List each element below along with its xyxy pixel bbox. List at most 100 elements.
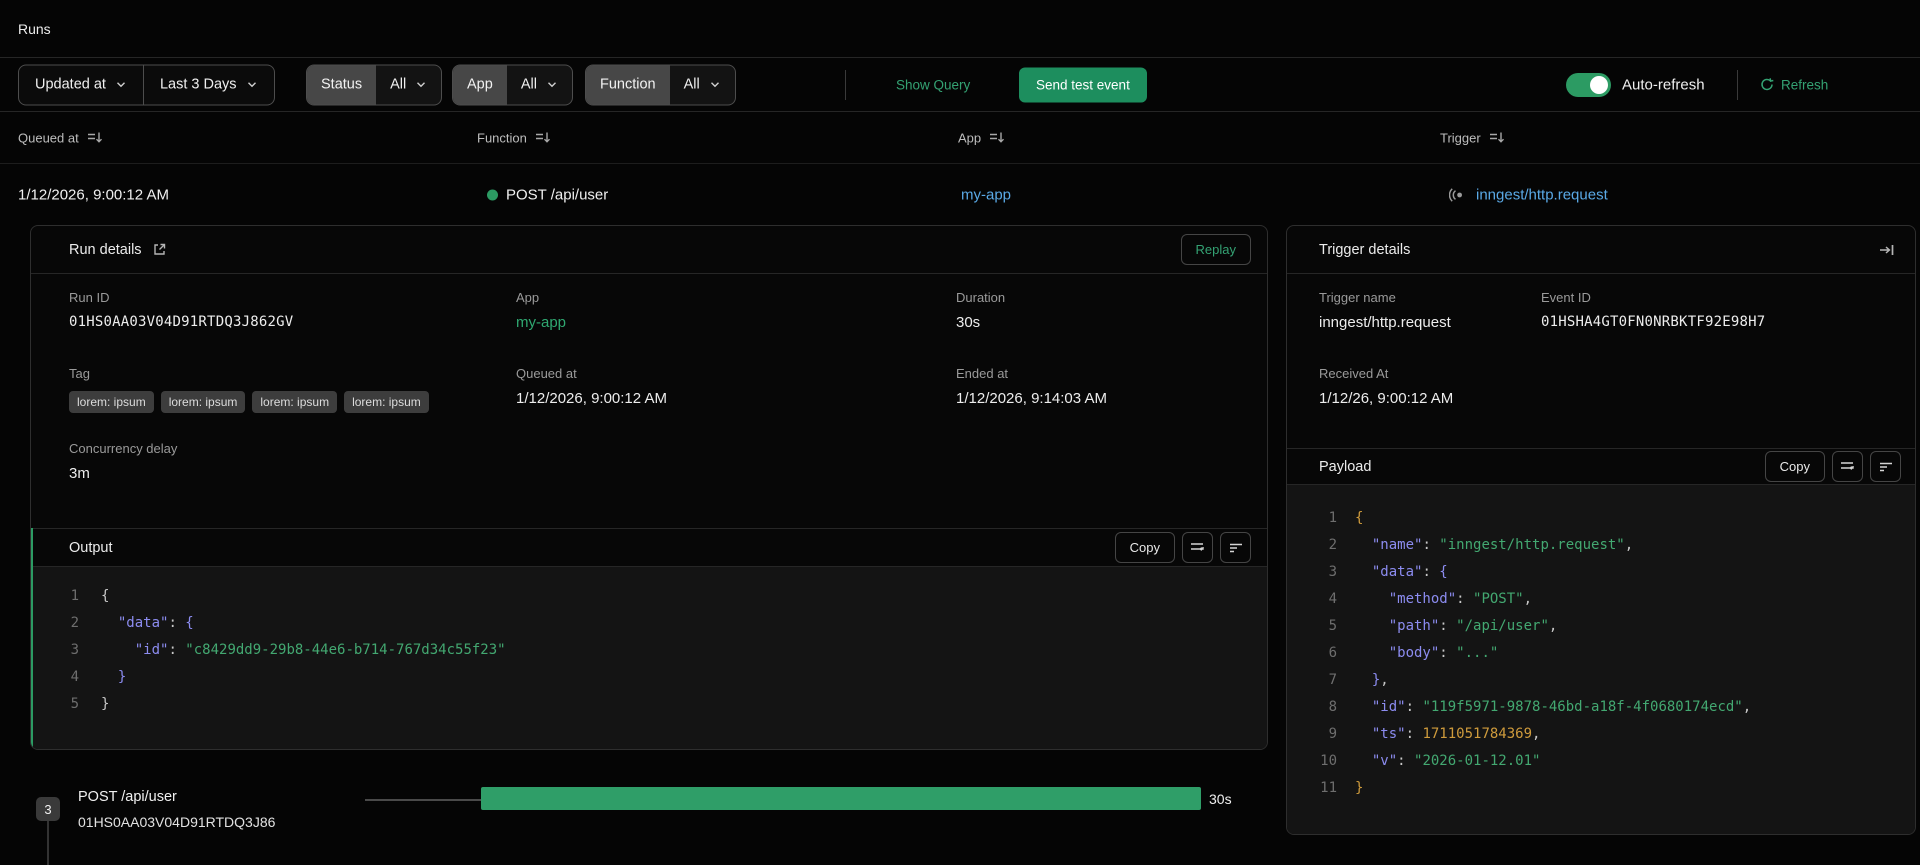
page-title: Runs (18, 20, 51, 37)
function-filter-label: Function (586, 65, 670, 104)
field-app: App my-app (516, 290, 566, 331)
status-filter-value: All (390, 76, 407, 93)
status-filter-label: Status (307, 65, 377, 104)
copy-button[interactable]: Copy (1764, 451, 1825, 482)
sort-icon (990, 132, 1005, 143)
column-label: Function (477, 130, 527, 145)
time-range-dropdown[interactable]: Last 3 Days (144, 65, 274, 104)
status-filter-dropdown[interactable]: All (376, 65, 441, 104)
output-code: 1{2 "data": {3 "id": "c8429dd9-29b8-44e6… (33, 567, 1267, 749)
column-header-trigger[interactable]: Trigger (1440, 130, 1505, 145)
app-filter[interactable]: App All (452, 64, 573, 105)
collapse-panel-icon[interactable] (1879, 243, 1895, 257)
code-line: 7 }, (1328, 672, 1389, 688)
code-line: 6 "body": "..." (1328, 645, 1499, 661)
timeline-duration-bar[interactable] (481, 787, 1201, 810)
word-wrap-button[interactable] (1182, 532, 1213, 563)
code-line: 10 "v": "2026-01-12.01" (1320, 753, 1541, 769)
code-line: 2 "data": { (70, 615, 194, 631)
column-label: App (958, 130, 982, 145)
payload-section: Payload Copy 1{2 "name": "inngest/http.r… (1287, 448, 1915, 834)
toggle-knob (1590, 75, 1608, 94)
output-header[interactable]: Output Copy (33, 528, 1267, 567)
timeline-run-id: 01HS0AA03V04D91RTDQ3J86 (78, 814, 276, 830)
timeline-function-name: POST /api/user (78, 789, 177, 805)
code-line: 1{ (1328, 510, 1364, 526)
expand-lines-button[interactable] (1870, 451, 1901, 482)
top-bar: Runs (0, 0, 1920, 58)
tag-chip: lorem: ipsum (252, 391, 338, 413)
runs-page: Runs Updated at Last 3 Days Status All A… (0, 0, 1920, 865)
timeline-duration-label: 30s (1209, 791, 1232, 807)
word-wrap-icon (1841, 462, 1854, 470)
field-label: Run ID (69, 290, 110, 305)
tag-chips: lorem: ipsum lorem: ipsum lorem: ipsum lore… (69, 391, 429, 413)
sort-field-dropdown[interactable]: Updated at (19, 65, 143, 104)
refresh-button[interactable]: Refresh (1760, 77, 1828, 92)
status-filter[interactable]: Status All (306, 64, 443, 105)
received-at-value: 1/12/26, 9:00:12 AM (1319, 390, 1454, 407)
table-row[interactable]: 1/12/2026, 9:00:12 AM POST /api/user my-… (0, 164, 1920, 225)
trigger-details-panel: Trigger details Trigger name inngest/htt… (1286, 225, 1916, 835)
send-test-event-button[interactable]: Send test event (1019, 67, 1147, 102)
function-filter-dropdown[interactable]: All (670, 65, 735, 104)
ended-at-value: 1/12/2026, 9:14:03 AM (956, 390, 1107, 407)
code-line: 8 "id": "119f5971-9878-46bd-a18f-4f06801… (1328, 699, 1752, 715)
chevron-down-icon (247, 82, 256, 88)
timeline-connector-vertical (47, 821, 49, 865)
sort-time-range-dropdown: Updated at Last 3 Days (18, 64, 275, 105)
timeline-step-badge[interactable]: 3 (36, 797, 60, 821)
row-app-link[interactable]: my-app (961, 186, 1011, 203)
row-function[interactable]: POST /api/user (487, 186, 608, 203)
column-label: Queued at (18, 130, 79, 145)
divider (845, 70, 846, 100)
refresh-label: Refresh (1781, 77, 1829, 92)
runs-table-header: Queued at Function App Trigger (0, 112, 1920, 164)
chevron-down-icon (710, 82, 719, 88)
code-line: 9 "ts": 1711051784369, (1328, 726, 1541, 742)
function-filter-value: All (683, 76, 700, 93)
auto-refresh-toggle[interactable] (1566, 72, 1611, 97)
event-signal-icon (1449, 187, 1462, 202)
field-run-id: Run ID 01HS0AA03V04D91RTDQ3J862GV (69, 290, 293, 330)
run-details-header: Run details Replay (31, 226, 1267, 274)
code-line: 4 "method": "POST", (1328, 591, 1533, 607)
row-trigger-link[interactable]: inngest/http.request (1449, 186, 1608, 203)
run-details-panel: Run details Replay Run ID 01HS0AA03V04D9… (30, 225, 1268, 750)
copy-button[interactable]: Copy (1114, 532, 1175, 563)
field-received-at: Received At 1/12/26, 9:00:12 AM (1319, 366, 1453, 407)
app-link[interactable]: my-app (516, 314, 566, 331)
expand-lines-button[interactable] (1220, 532, 1251, 563)
duration-value: 30s (956, 314, 981, 331)
code-line: 3 "data": { (1328, 564, 1448, 580)
column-header-queued-at[interactable]: Queued at (18, 130, 103, 145)
field-event-id: Event ID 01HSHA4GT0FN0NRBKTF92E98H7 (1541, 290, 1765, 330)
trigger-name: inngest/http.request (1476, 186, 1608, 203)
replay-button[interactable]: Replay (1180, 234, 1251, 265)
field-label: Trigger name (1319, 290, 1396, 305)
field-tag: Tag lorem: ipsum lorem: ipsum lorem: ipsum… (69, 366, 429, 413)
code-line: 2 "name": "inngest/http.request", (1328, 537, 1634, 553)
trigger-name-value: inngest/http.request (1319, 314, 1451, 331)
divider (1737, 70, 1738, 100)
app-filter-dropdown[interactable]: All (507, 65, 572, 104)
show-query-button[interactable]: Show Query (896, 77, 970, 92)
field-ended-at: Ended at 1/12/2026, 9:14:03 AM (956, 366, 1107, 407)
function-filter[interactable]: Function All (585, 64, 736, 105)
column-header-app[interactable]: App (958, 130, 1005, 145)
row-queued-at: 1/12/2026, 9:00:12 AM (18, 186, 169, 203)
auto-refresh-label: Auto-refresh (1622, 76, 1705, 93)
word-wrap-button[interactable] (1832, 451, 1863, 482)
field-label: Concurrency delay (69, 441, 178, 456)
code-line: 5} (70, 696, 110, 712)
output-title: Output (69, 539, 113, 556)
tag-chip: lorem: ipsum (69, 391, 154, 413)
status-dot-icon (487, 189, 498, 200)
external-link-icon[interactable] (152, 242, 167, 257)
field-trigger-name: Trigger name inngest/http.request (1319, 290, 1451, 331)
column-header-function[interactable]: Function (477, 130, 551, 145)
queued-at-value: 1/12/2026, 9:00:12 AM (516, 390, 667, 407)
app-filter-value: All (520, 76, 537, 93)
sort-icon (1489, 132, 1504, 143)
sort-icon (87, 132, 102, 143)
